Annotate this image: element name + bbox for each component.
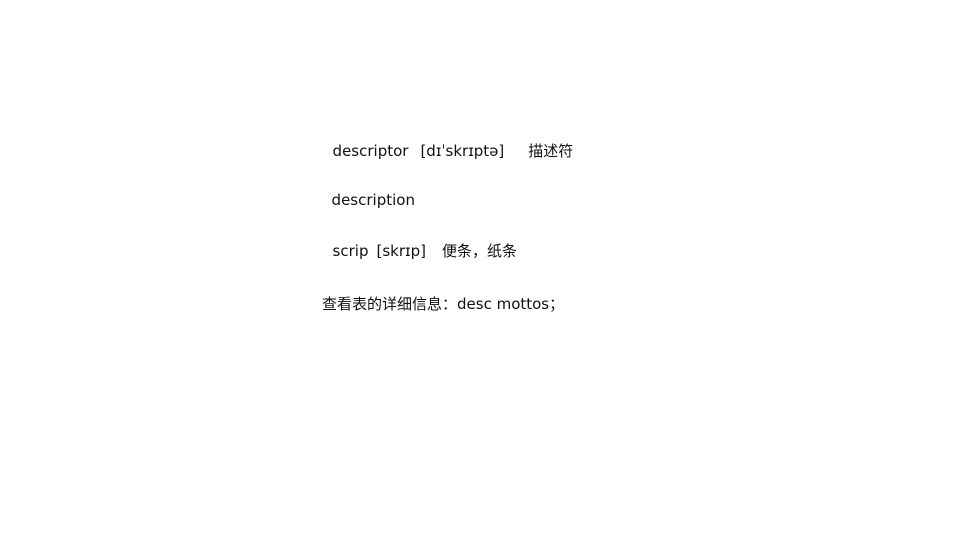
vocab-line-descriptor: descriptor [dɪˈskrɪptə] 描述符 [323,121,574,161]
word: descriptor [332,142,409,160]
meaning: 描述符 [528,142,574,160]
word: scrip [332,242,369,260]
word: description [331,191,415,209]
phonetic: [dɪˈskrɪptə] [420,142,505,160]
vocab-line-description: description [322,170,415,210]
phonetic: [skrɪp] [376,242,426,260]
meaning: 便条，纸条 [441,242,517,260]
note-line-desc-command: 查看表的详细信息：desc mottos； [322,295,565,313]
vocab-line-scrip: scrip [skrɪp] 便条，纸条 [323,221,517,261]
